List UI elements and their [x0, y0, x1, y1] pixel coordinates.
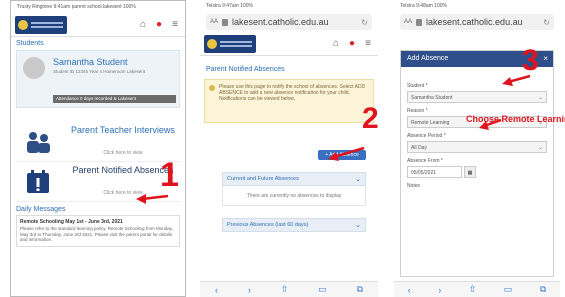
message-title: Remote Schooling May 1st - June 3rd, 202…	[20, 219, 123, 225]
bookmarks-icon[interactable]: ▭	[318, 284, 327, 295]
current-absences-empty: There are currently no absences to displ…	[222, 186, 366, 206]
school-logo[interactable]	[15, 15, 67, 34]
reason-select-value: Remote Learning	[411, 120, 450, 126]
status-bar: Telstra 9:48am 100%	[400, 3, 447, 9]
phone-screen-absences: Telstra 9:47am 100% AA lakesent.catholic…	[200, 0, 378, 297]
notes-label: Notes	[407, 183, 421, 189]
modal-title: Add Absence	[407, 55, 449, 62]
tabs-icon[interactable]: ⧉	[540, 284, 546, 295]
address-bar[interactable]: AA lakesent.catholic.edu.au ↻	[400, 14, 554, 30]
share-icon[interactable]: ⇧	[281, 284, 289, 295]
student-select-value: Samantha Student	[411, 95, 453, 101]
home-icon[interactable]: ⌂	[330, 38, 342, 50]
callout-number-1: 1	[160, 156, 179, 194]
tile-parent-notified-absences[interactable]: Parent Notified Absences Click here to v…	[16, 162, 180, 202]
absence-from-input[interactable]: 05/05/2021	[407, 166, 462, 178]
browser-toolbar: ‹ › ⇧ ▭ ⧉	[394, 281, 560, 297]
chevron-down-icon[interactable]: ⌄	[355, 221, 361, 229]
back-icon[interactable]: ‹	[408, 285, 411, 295]
app-header: ⌂ ● ≡	[11, 13, 185, 37]
add-absence-button[interactable]: + Add Absence	[318, 150, 366, 160]
callout-number-3: 3	[522, 44, 539, 77]
tile-parent-teacher-interviews[interactable]: Parent Teacher Interviews Click here to …	[16, 122, 180, 162]
menu-icon[interactable]: ≡	[169, 19, 181, 31]
forward-icon[interactable]: ›	[438, 285, 441, 295]
phone-screen-dashboard: Trusty Ringtone 9:41am parent school.lak…	[10, 0, 186, 297]
notification-bell-icon[interactable]: ●	[346, 38, 358, 50]
url-text[interactable]: lakesent.catholic.edu.au	[232, 17, 329, 27]
student-select[interactable]: Samantha Student ⌄	[407, 91, 547, 103]
absence-period-value: All Day	[411, 145, 427, 151]
absence-from-label: Absence From *	[407, 158, 443, 164]
chevron-down-icon: ⌄	[537, 145, 543, 151]
daily-messages-heading: Daily Messages	[16, 206, 66, 213]
student-meta: Student ID 12345 Year 4 Homeroom Lakesen…	[53, 69, 146, 74]
daily-message: Remote Schooling May 1st - June 3rd, 202…	[16, 215, 180, 247]
browser-toolbar: ‹ › ⇧ ▭ ⧉	[200, 281, 378, 297]
calendar-alert-icon	[27, 170, 49, 193]
address-bar[interactable]: AA lakesent.catholic.edu.au ↻	[206, 14, 372, 30]
student-attendance-bar: Attendance 0 days recorded & Lakesent	[53, 95, 176, 103]
panel-title: Current and Future Absences	[227, 176, 299, 182]
school-logo[interactable]	[204, 34, 256, 53]
back-icon[interactable]: ‹	[215, 285, 218, 295]
student-name[interactable]: Samantha Student	[53, 57, 128, 67]
absence-period-label: Absence Period *	[407, 133, 446, 139]
notification-bell-icon[interactable]: ●	[153, 19, 165, 31]
message-body: Please refer to the standard learning po…	[20, 226, 173, 242]
absence-period-select[interactable]: All Day ⌄	[407, 141, 547, 153]
people-icon	[27, 132, 50, 153]
page-content: Parent Notified Absences Please use this…	[200, 56, 378, 127]
share-icon[interactable]: ⇧	[469, 284, 477, 295]
text-size-icon[interactable]: AA	[210, 19, 218, 25]
callout-instruction: Choose Remote Learning	[466, 114, 565, 124]
add-absence-modal: Add Absence × Student * Samantha Student…	[400, 50, 554, 277]
panel-previous-absences[interactable]: Previous Absences (last 60 days) ⌄	[222, 218, 366, 232]
tabs-icon[interactable]: ⧉	[357, 284, 363, 295]
panel-title: Previous Absences (last 60 days)	[227, 222, 309, 228]
students-heading: Students	[16, 40, 44, 47]
menu-icon[interactable]: ≡	[362, 38, 374, 50]
chevron-down-icon[interactable]: ⌄	[355, 175, 361, 183]
app-header: ⌂ ● ≡	[200, 32, 378, 56]
chevron-down-icon: ⌄	[537, 95, 543, 101]
bookmarks-icon[interactable]: ▭	[504, 284, 513, 295]
text-size-icon[interactable]: AA	[404, 19, 412, 25]
status-bar: Trusty Ringtone 9:41am parent school.lak…	[17, 4, 136, 10]
reload-icon[interactable]: ↻	[361, 18, 368, 27]
avatar	[23, 57, 45, 79]
student-card[interactable]: Samantha Student Student ID 12345 Year 4…	[16, 50, 180, 108]
reload-icon[interactable]: ↻	[543, 18, 550, 27]
close-icon[interactable]: ×	[543, 54, 548, 63]
calendar-icon[interactable]: ▦	[464, 166, 476, 178]
lock-icon	[416, 18, 423, 26]
forward-icon[interactable]: ›	[248, 285, 251, 295]
home-icon[interactable]: ⌂	[137, 19, 149, 31]
url-text[interactable]: lakesent.catholic.edu.au	[426, 17, 523, 27]
lock-icon	[222, 18, 229, 26]
info-note: Please use this page to notify the schoo…	[204, 79, 374, 123]
page-title: Parent Notified Absences	[206, 66, 285, 73]
absence-from-row: 05/05/2021 ▦	[407, 166, 547, 178]
student-label: Student *	[407, 83, 428, 89]
callout-number-2: 2	[362, 102, 379, 135]
status-bar: Telstra 9:47am 100%	[206, 3, 253, 9]
tile-title: Parent Teacher Interviews	[71, 125, 175, 135]
panel-current-absences[interactable]: Current and Future Absences ⌄	[222, 172, 366, 186]
